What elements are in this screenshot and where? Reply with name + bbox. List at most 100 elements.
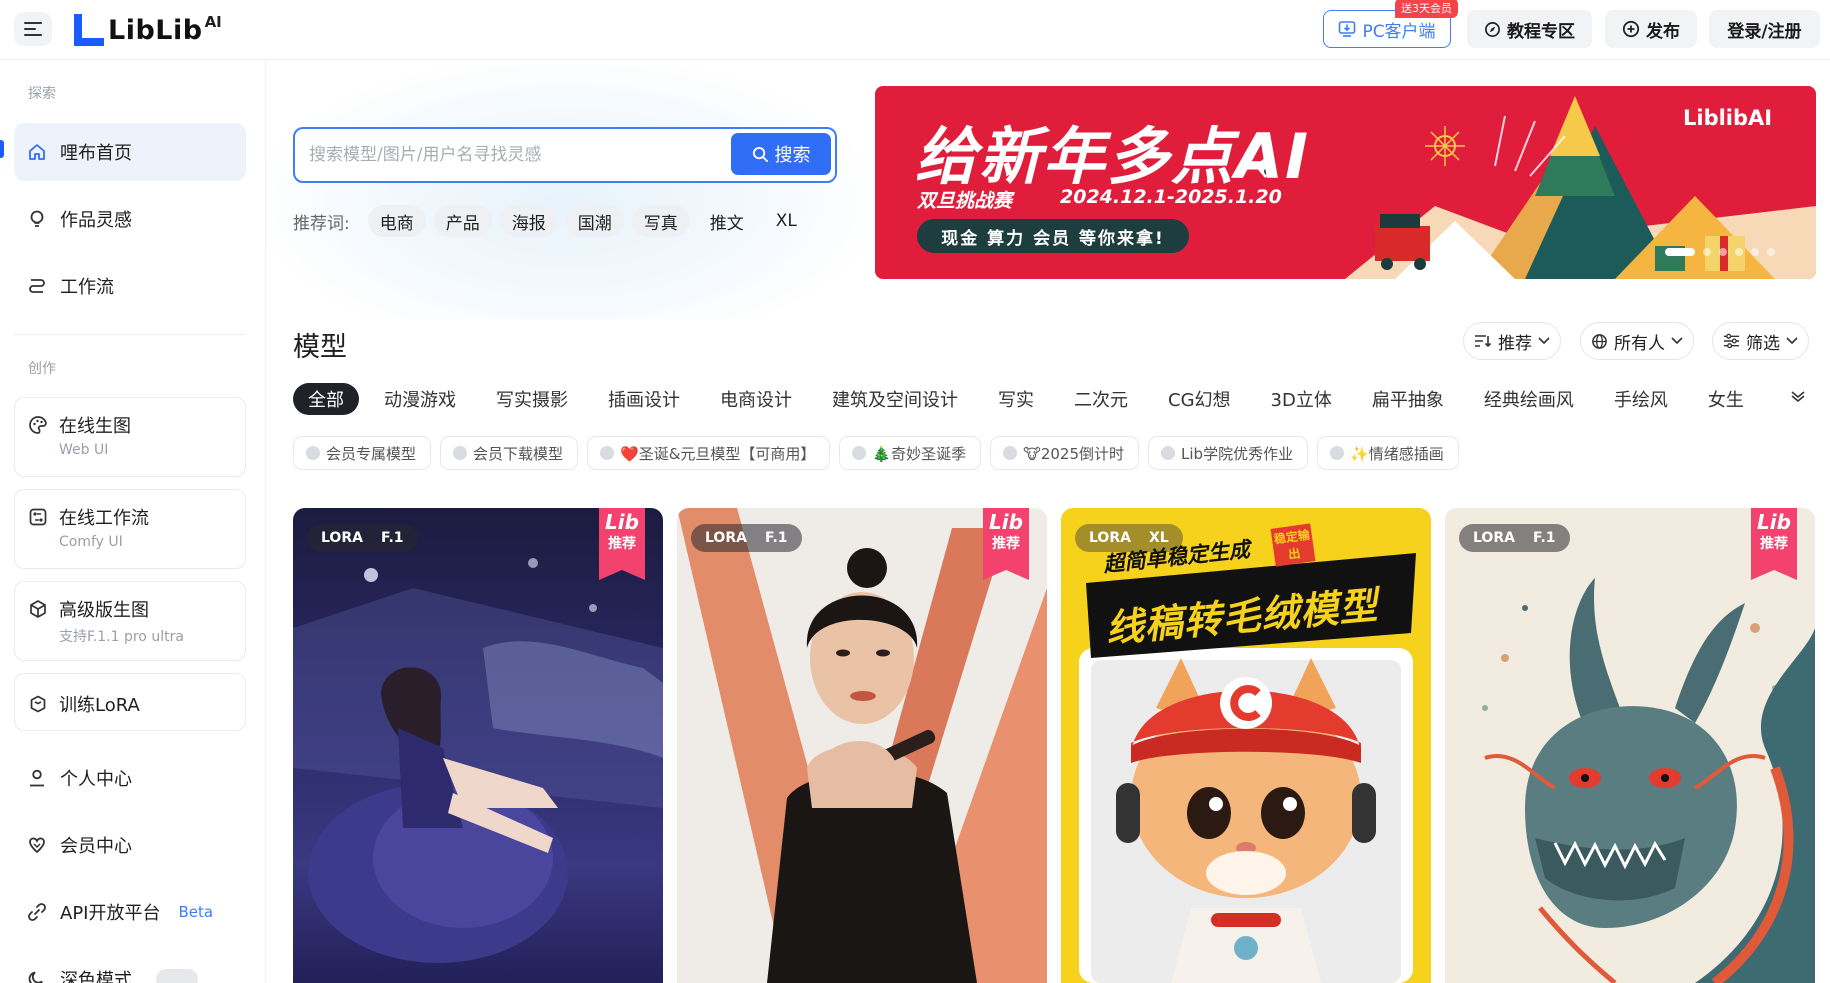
model-card[interactable]: LORA F.1 Lib 推荐 (293, 508, 663, 983)
beta-badge: Beta (178, 903, 214, 921)
category-tab[interactable]: 动漫游戏 (384, 383, 456, 415)
active-indicator (0, 140, 4, 158)
sidebar-item-sublabel: 支持F.1.1 pro ultra (59, 629, 184, 645)
topic-tag[interactable]: ✨情绪感插画 (1317, 436, 1459, 470)
expand-categories-icon[interactable] (1790, 390, 1806, 402)
model-card[interactable]: LORA F.1 Lib 推荐 (677, 508, 1047, 983)
category-tab[interactable]: 二次元 (1074, 383, 1128, 415)
topic-tag[interactable]: Lib学院优秀作业 (1148, 436, 1309, 470)
category-tab[interactable]: 电商设计 (720, 383, 792, 415)
sidebar-item-api[interactable]: API开放平台 Beta (14, 883, 246, 941)
sidebar-item-label: API开放平台 (60, 903, 161, 924)
sidebar-item-label: 哩布首页 (60, 143, 132, 164)
recommend-tag[interactable]: 国潮 (565, 205, 624, 237)
carousel-dot[interactable] (1767, 248, 1775, 256)
banner-date: 2024.12.1-2025.1.20 (1060, 186, 1282, 208)
tag-icon (600, 446, 615, 460)
home-icon (26, 141, 48, 163)
topic-tag[interactable]: 🎄奇妙圣诞季 (839, 436, 982, 470)
filter-label: 筛选 (1746, 333, 1780, 354)
promo-banner[interactable]: 给新年多点AI 双旦挑战赛 2024.12.1-2025.1.20 现金 算力 … (875, 86, 1816, 279)
sidebar-item-dark-mode[interactable]: 深色模式 (14, 950, 246, 983)
recommend-tag[interactable]: XL (764, 205, 809, 237)
login-register-button[interactable]: 登录/注册 (1709, 10, 1820, 48)
recommend-tag[interactable]: 写真 (631, 205, 690, 237)
filter-dropdown[interactable]: 筛选 (1712, 322, 1809, 360)
model-type-badge: LORA F.1 (1459, 524, 1570, 552)
sidebar-item-train-lora[interactable]: 训练LoRA (14, 673, 246, 731)
sidebar-item-inspiration[interactable]: 作品灵感 (14, 190, 246, 248)
carousel-dot[interactable] (1665, 248, 1695, 256)
topic-tag[interactable]: ❤️圣诞&元旦模型【可商用】 (587, 436, 831, 470)
lib-recommend-ribbon: Lib 推荐 (599, 508, 645, 580)
sidebar-item-label: 作品灵感 (60, 210, 132, 231)
section-label-create: 创作 (28, 361, 56, 377)
search-input[interactable] (309, 142, 709, 168)
recommend-tag[interactable]: 推文 (698, 205, 756, 237)
publish-button[interactable]: 发布 (1605, 10, 1697, 48)
banner-cta[interactable]: 现金 算力 会员 等你来拿! (917, 219, 1189, 253)
sidebar-item-label: 会员中心 (60, 836, 132, 857)
sort-dropdown[interactable]: 推荐 (1463, 322, 1561, 360)
sort-label: 推荐 (1498, 333, 1532, 354)
liblib-logo[interactable]: LibLib AI (72, 8, 222, 52)
category-tab[interactable]: 写实 (998, 383, 1034, 415)
chevron-down-icon (1671, 337, 1683, 345)
carousel-dot[interactable] (1719, 248, 1727, 256)
sidebar-item-label: 个人中心 (60, 769, 132, 790)
moon-icon (26, 968, 48, 983)
tag-icon (852, 446, 867, 460)
sidebar-item-label: 工作流 (60, 277, 114, 298)
sidebar-item-profile[interactable]: 个人中心 (14, 749, 246, 807)
sidebar-item-home[interactable]: 哩布首页 (14, 123, 246, 181)
carousel-dot[interactable] (1751, 248, 1759, 256)
category-tab[interactable]: 写实摄影 (496, 383, 568, 415)
topic-tag[interactable]: 会员专属模型 (293, 436, 432, 470)
globe-icon (1592, 333, 1607, 349)
diamond-icon (26, 834, 48, 856)
card-stamp: 稳定输出 (1270, 523, 1316, 567)
chevron-down-icon (1786, 337, 1798, 345)
recommend-tag[interactable]: 电商 (367, 205, 426, 237)
tutorial-button[interactable]: 教程专区 (1467, 10, 1592, 48)
carousel-dots (1665, 248, 1775, 256)
scope-dropdown[interactable]: 所有人 (1580, 322, 1694, 360)
topic-tag[interactable]: 🐮2025倒计时 (990, 436, 1140, 470)
category-tab[interactable]: 插画设计 (608, 383, 680, 415)
recommend-tag[interactable]: 海报 (499, 205, 558, 237)
sidebar-item-advanced[interactable]: 高级版生图 支持F.1.1 pro ultra (14, 581, 246, 661)
model-card[interactable]: LORA F.1 Lib 推荐 (1445, 508, 1815, 983)
sidebar-item-membership[interactable]: 会员中心 (14, 816, 246, 874)
category-tab[interactable]: 3D立体 (1271, 383, 1332, 415)
category-tab[interactable]: CG幻想 (1168, 383, 1231, 415)
lib-recommend-ribbon: Lib 推荐 (983, 508, 1029, 580)
scope-label: 所有人 (1614, 333, 1665, 354)
menu-toggle-button[interactable] (14, 12, 52, 46)
sidebar-item-workflow[interactable]: 工作流 (14, 257, 246, 315)
recommend-tag[interactable]: 产品 (433, 205, 492, 237)
tab-all[interactable]: 全部 (293, 383, 359, 415)
category-tab[interactable]: 女生 (1708, 383, 1744, 415)
carousel-dot[interactable] (1735, 248, 1743, 256)
search-button[interactable]: 搜索 (731, 133, 831, 175)
category-tab[interactable]: 扁平抽象 (1372, 383, 1444, 415)
cube-icon (27, 598, 49, 620)
sidebar-item-webui[interactable]: 在线生图 Web UI (14, 397, 246, 477)
dark-mode-toggle[interactable] (156, 969, 198, 983)
carousel-dot[interactable] (1703, 248, 1711, 256)
topic-tag[interactable]: 会员下载模型 (440, 436, 579, 470)
model-type-badge: LORA F.1 (307, 524, 418, 552)
pc-client-label: PC客户端 (1362, 21, 1436, 42)
search-bar: 搜索 (293, 127, 837, 183)
download-icon (1339, 21, 1356, 37)
model-card[interactable]: LORA XL 超简单稳定生成 稳定输出 线稿转毛绒模型 (1061, 508, 1431, 983)
sidebar-item-sublabel: Web UI (59, 442, 109, 458)
sidebar-item-label: 高级版生图 (59, 600, 149, 621)
sidebar-item-comfyui[interactable]: 在线工作流 Comfy UI (14, 489, 246, 569)
category-tab[interactable]: 手绘风 (1614, 383, 1668, 415)
search-icon (752, 146, 768, 162)
category-tab[interactable]: 建筑及空间设计 (832, 383, 958, 415)
sidebar-item-label: 在线生图 (59, 416, 131, 437)
sidebar-item-label: 深色模式 (60, 970, 132, 983)
category-tab[interactable]: 经典绘画风 (1484, 383, 1574, 415)
